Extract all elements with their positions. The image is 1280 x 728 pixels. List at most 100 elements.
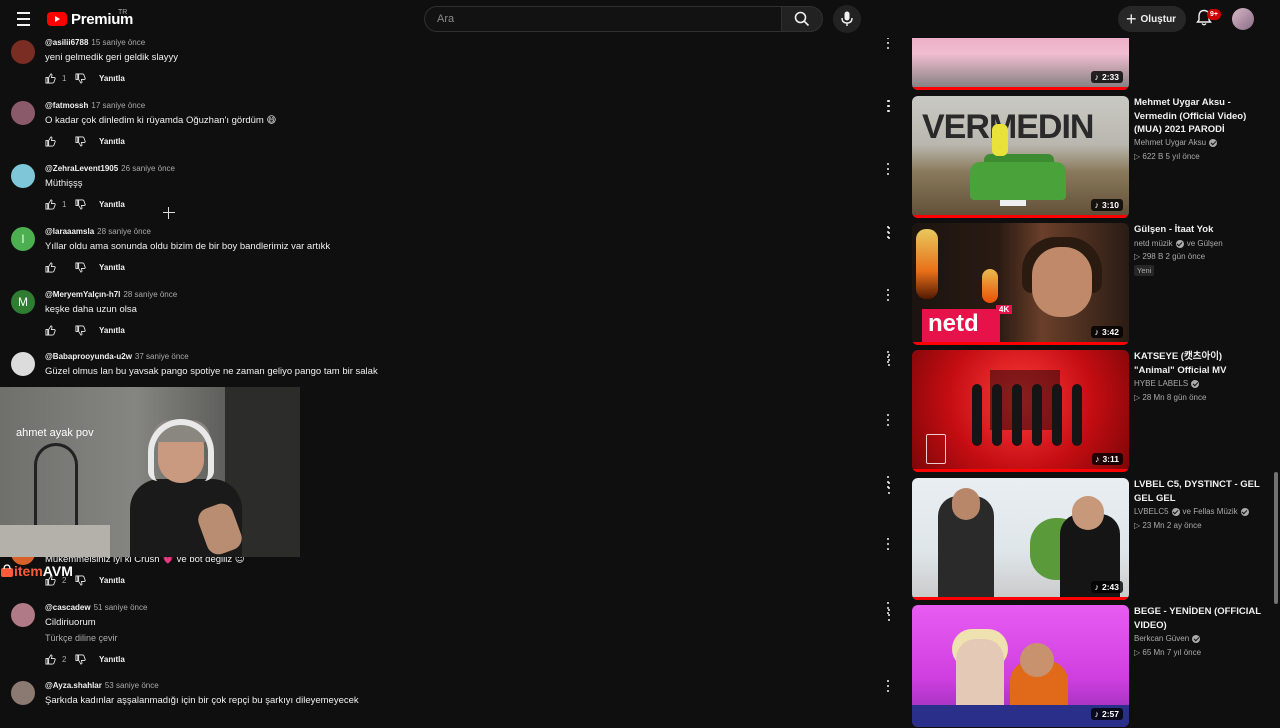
more-vertical-icon [886, 481, 892, 495]
video-duration: ♪ 2:43 [1091, 581, 1123, 593]
mouse-cursor [163, 207, 175, 219]
thumb-up-icon[interactable] [45, 654, 56, 665]
voice-search-button[interactable] [833, 5, 861, 33]
thumbnail-art [952, 488, 980, 520]
video-channel[interactable]: LVBELC5 ve Fellas Müzik [1134, 507, 1252, 516]
video-more-button[interactable] [886, 608, 892, 622]
thumb-down-icon[interactable] [75, 325, 86, 336]
top-bar: Premium TR + Oluştur 9+ [0, 0, 1280, 38]
create-button[interactable]: + Oluştur [1118, 6, 1186, 32]
like-count: 1 [62, 73, 67, 83]
comment-author[interactable]: @cascadew 51 saniye önce [45, 603, 147, 612]
comment-avatar[interactable] [11, 681, 35, 705]
comment-more-button[interactable] [885, 413, 891, 427]
mic-icon [841, 11, 853, 26]
comment-text: keşke daha uzun olsa [45, 304, 137, 315]
comment-more-button[interactable] [885, 679, 891, 693]
comment-avatar[interactable]: l [11, 227, 35, 251]
comment-avatar[interactable] [11, 352, 35, 376]
thumb-up-icon[interactable] [45, 73, 56, 84]
video-channel[interactable]: Mehmet Uygar Aksu [1134, 138, 1220, 147]
comment-more-button[interactable] [885, 537, 891, 551]
comment-author[interactable]: @ZehraLevent1905 26 saniye önce [45, 164, 175, 173]
comment-text: Yıllar oldu ama sonunda oldu bizim de bi… [45, 241, 331, 252]
video-title[interactable]: Mehmet Uygar Aksu - Vermedin (Official V… [1134, 96, 1262, 137]
thumb-down-icon[interactable] [75, 654, 86, 665]
comment-author[interactable]: @laraaamsla 28 saniye önce [45, 227, 151, 236]
comment-author[interactable]: @MeryemYalçın-h7l 28 saniye önce [45, 290, 177, 299]
video-thumbnail[interactable]: ♪ 3:11 [912, 350, 1129, 472]
video-thumbnail[interactable]: VERMEDIN ♪ 3:10 [912, 96, 1129, 218]
related-video: ♪ 2:57 BEGE - YENİDEN (OFFICIAL VIDEO) Be… [888, 605, 1272, 728]
more-vertical-icon [886, 226, 892, 240]
thumb-down-icon[interactable] [75, 262, 86, 273]
comment-avatar[interactable] [11, 101, 35, 125]
reply-button[interactable]: Yanıtla [99, 326, 125, 335]
thumbnail-art [972, 384, 982, 446]
reply-button[interactable]: Yanıtla [99, 200, 125, 209]
thumb-down-icon[interactable] [75, 575, 86, 586]
more-vertical-icon [885, 679, 891, 693]
related-video: netd 4K ♪ 3:42 Gülşen - İtaat Yok netd mü… [888, 223, 1272, 346]
comment-avatar[interactable] [11, 164, 35, 188]
page-scrollbar[interactable] [1272, 38, 1280, 720]
watch-progress-bar [912, 87, 1129, 90]
thumb-down-icon[interactable] [75, 136, 86, 147]
video-stats: ▷ 23 Mn 2 ay önce [1134, 521, 1202, 530]
search-button[interactable] [781, 6, 823, 32]
video-thumbnail[interactable]: ♪ 2:57 [912, 605, 1129, 727]
thumb-up-icon[interactable] [45, 325, 56, 336]
reply-button[interactable]: Yanıtla [99, 137, 125, 146]
search-input[interactable] [435, 12, 769, 26]
comment-author[interactable]: @asilii6788 15 saniye önce [45, 38, 145, 47]
reply-button[interactable]: Yanıtla [99, 74, 125, 83]
thumb-up-icon[interactable] [45, 199, 56, 210]
comment-author[interactable]: @Babaprooyunda-u2w 37 saniye önce [45, 352, 189, 361]
video-more-button[interactable] [886, 481, 892, 495]
video-channel[interactable]: netd müzik ve Gülşen [1134, 239, 1223, 248]
thumb-down-icon[interactable] [75, 73, 86, 84]
video-more-button[interactable] [886, 99, 892, 113]
reply-button[interactable]: Yanıtla [99, 576, 125, 585]
menu-icon[interactable] [14, 9, 34, 29]
comment-text: Güzel olmus lan bu yavsak pango spotiye … [45, 366, 378, 377]
comment-avatar[interactable] [11, 603, 35, 627]
comment-actions: Yanıtla [45, 135, 125, 147]
reply-button[interactable]: Yanıtla [99, 655, 125, 664]
comment-author[interactable]: @Ayza.shahlar 53 saniye önce [45, 681, 159, 690]
video-thumbnail[interactable]: netd 4K ♪ 3:42 [912, 223, 1129, 345]
comment-more-button[interactable] [885, 288, 891, 302]
video-more-button[interactable] [886, 353, 892, 367]
scrollbar-thumb[interactable] [1274, 472, 1278, 604]
comment-author[interactable]: @fatmossh 17 saniye önce [45, 101, 145, 110]
video-channel[interactable]: HYBE LABELS [1134, 379, 1202, 388]
video-title[interactable]: LVBEL C5, DYSTINCT - GEL GEL GEL [1134, 478, 1262, 505]
thumb-up-icon[interactable] [45, 136, 56, 147]
video-title[interactable]: BEGE - YENİDEN (OFFICIAL VIDEO) [1134, 605, 1262, 632]
video-channel[interactable]: Berkcan Güven [1134, 634, 1203, 643]
video-title[interactable]: KATSEYE (캣츠아이) "Animal" Official MV [1134, 350, 1262, 377]
comment-text: O kadar çok dinledim ki rüyamda Oğuzhan'… [45, 115, 277, 126]
account-avatar[interactable] [1232, 8, 1254, 30]
video-thumbnail[interactable]: ♪ 2:43 [912, 478, 1129, 600]
comment-more-button[interactable] [885, 162, 891, 176]
video-more-button[interactable] [886, 226, 892, 240]
video-title[interactable]: Gülşen - İtaat Yok [1134, 223, 1262, 237]
translate-link[interactable]: Türkçe diline çevir [45, 633, 118, 643]
search-box [424, 6, 781, 32]
thumbnail-art [992, 384, 1002, 446]
thumb-up-icon[interactable] [45, 262, 56, 273]
reply-button[interactable]: Yanıtla [99, 263, 125, 272]
related-video: VERMEDIN ♪ 3:10 Mehmet Uygar Aksu - Verme… [888, 96, 1272, 219]
music-note-icon: ♪ [1094, 200, 1099, 210]
related-video: ♪ 3:11 KATSEYE (캣츠아이) "Animal" Official M… [888, 350, 1272, 473]
video-stats: ▷ 28 Mn 8 gün önce [1134, 393, 1207, 402]
comment-avatar[interactable] [11, 40, 35, 64]
comment-more-button[interactable] [885, 36, 891, 50]
verified-check-icon [1175, 239, 1184, 248]
create-label: Oluştur [1140, 13, 1177, 25]
video-duration: ♪ 3:10 [1091, 199, 1123, 211]
sponsor-name-part1: item [14, 563, 43, 579]
thumb-down-icon[interactable] [75, 199, 86, 210]
comment-avatar[interactable]: M [11, 290, 35, 314]
